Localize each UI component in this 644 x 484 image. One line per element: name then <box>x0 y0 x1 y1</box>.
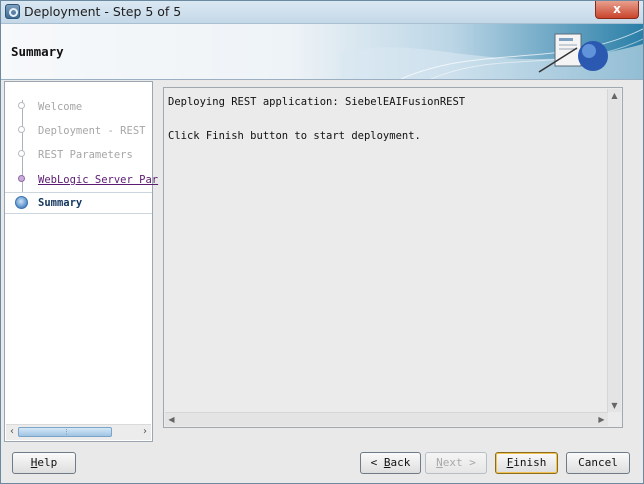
step-deployment-rest: Deployment - REST <box>5 121 152 141</box>
nav-horizontal-scrollbar[interactable]: ‹ ⋮ › <box>6 424 151 440</box>
content-vertical-scrollbar[interactable]: ▲ ▼ <box>607 89 621 412</box>
scrollbar-thumb[interactable]: ⋮ <box>18 427 112 437</box>
scroll-down-icon[interactable]: ▼ <box>608 399 621 412</box>
finish-button[interactable]: Finish <box>495 452 558 474</box>
cancel-button[interactable]: Cancel <box>566 452 630 474</box>
help-button[interactable]: Help <box>12 452 76 474</box>
summary-text-area[interactable]: Deploying REST application: SiebelEAIFus… <box>163 87 623 428</box>
step-node-icon <box>18 102 25 109</box>
summary-content: Deploying REST application: SiebelEAIFus… <box>168 94 465 145</box>
deployment-dialog: Deployment - Step 5 of 5 x Summary Welco… <box>0 0 644 484</box>
page-title: Summary <box>11 44 64 59</box>
close-icon: x <box>613 2 621 16</box>
header-banner: Summary <box>1 24 643 80</box>
back-arrow-icon: < <box>370 456 378 469</box>
banner-graphic <box>341 28 643 79</box>
title-bar[interactable]: Deployment - Step 5 of 5 x <box>1 1 643 24</box>
current-step-icon <box>15 196 28 209</box>
step-weblogic-server[interactable]: WebLogic Server Par <box>5 170 158 190</box>
step-label: Welcome <box>38 101 83 113</box>
scroll-left-icon[interactable]: ‹ <box>6 426 18 438</box>
close-button[interactable]: x <box>595 1 639 19</box>
step-label: Summary <box>38 197 83 209</box>
app-icon <box>5 4 20 19</box>
wizard-steps-panel: Welcome Deployment - REST REST Parameter… <box>4 81 158 442</box>
scroll-right-icon[interactable]: ▶ <box>595 413 608 426</box>
finish-instruction: Click Finish button to start deployment. <box>168 130 421 142</box>
step-node-icon <box>18 126 25 133</box>
back-button[interactable]: < Back <box>360 452 421 474</box>
step-node-icon <box>18 150 25 157</box>
step-summary: Summary <box>5 192 152 214</box>
step-label: REST Parameters <box>38 149 133 161</box>
scroll-left-icon[interactable]: ◀ <box>165 413 178 426</box>
next-button[interactable]: Next > <box>425 452 487 474</box>
step-rest-parameters: REST Parameters <box>5 145 152 165</box>
content-horizontal-scrollbar[interactable]: ◀ ▶ <box>165 412 608 426</box>
scroll-up-icon[interactable]: ▲ <box>608 89 621 102</box>
step-node-icon <box>18 175 25 182</box>
next-arrow-icon: > <box>469 456 476 469</box>
window-title: Deployment - Step 5 of 5 <box>24 4 182 19</box>
scroll-right-icon[interactable]: › <box>139 426 151 438</box>
step-label: Deployment - REST <box>38 125 146 137</box>
step-label[interactable]: WebLogic Server Par <box>38 174 158 186</box>
deploying-line: Deploying REST application: SiebelEAIFus… <box>168 96 466 108</box>
step-welcome: Welcome <box>5 97 152 117</box>
